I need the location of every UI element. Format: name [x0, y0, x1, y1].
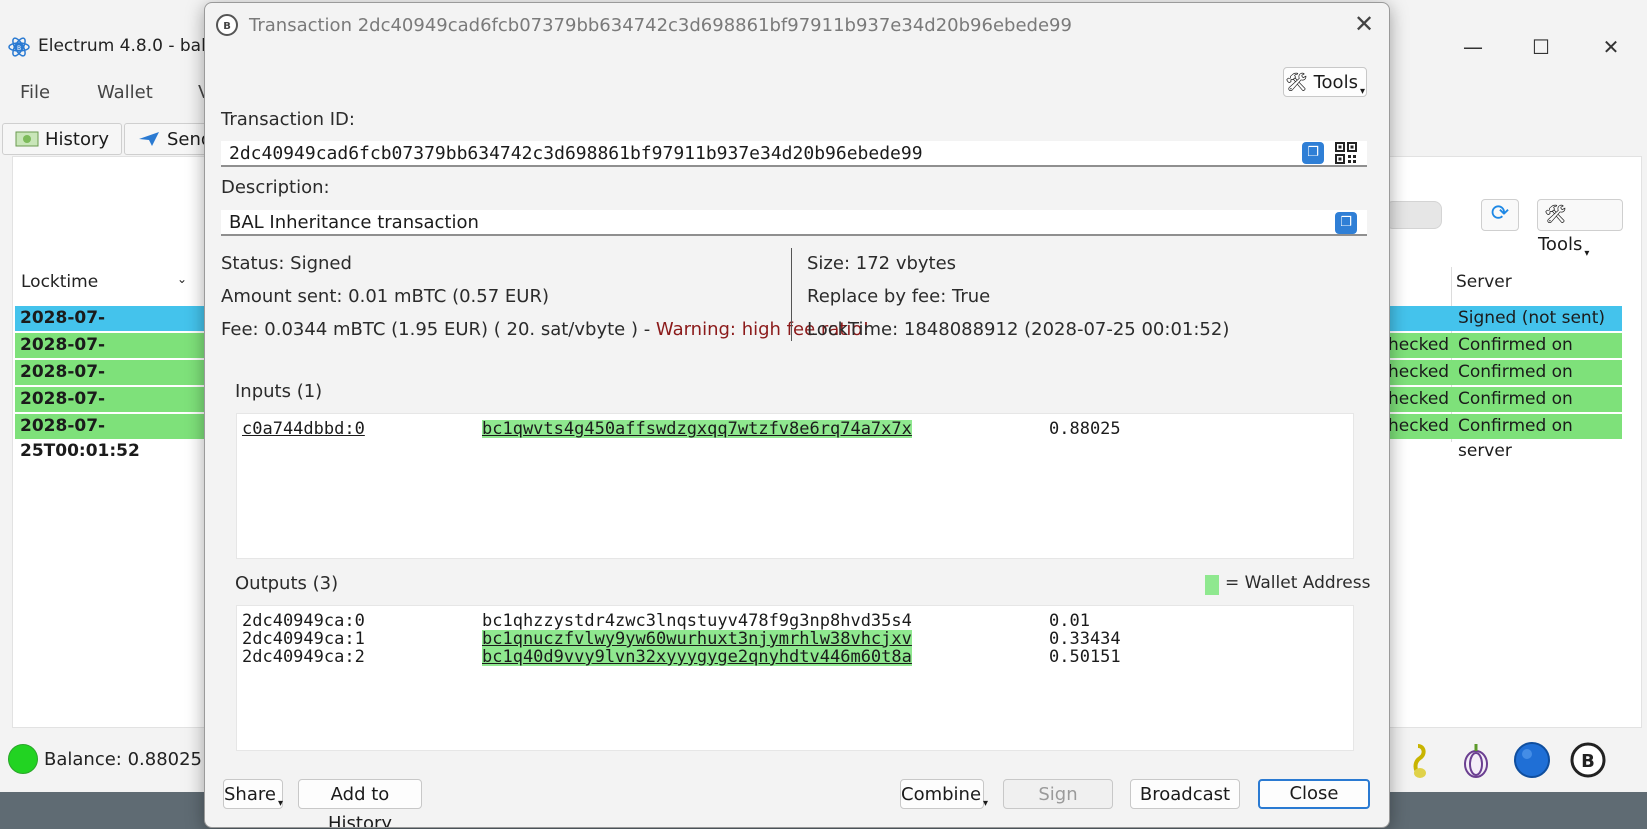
- amount-sent-text: Amount sent: 0.01 mBTC (0.57 EUR): [221, 286, 549, 307]
- row-checked: hecked: [1388, 389, 1450, 409]
- status-text: Status: Signed: [221, 253, 352, 274]
- minimize-icon[interactable]: —: [1460, 34, 1486, 60]
- bal-logo-icon: B: [216, 14, 238, 36]
- menu-wallet[interactable]: Wallet: [97, 82, 153, 103]
- locktime-text: LockTime: 1848088912 (2028-07-25 00:01:5…: [807, 319, 1230, 340]
- svg-text:B: B: [17, 45, 21, 52]
- output-outpoint: 2dc40949ca:1: [242, 629, 365, 649]
- tools-label: Tools: [1538, 234, 1583, 255]
- sign-button[interactable]: Sign: [1003, 779, 1113, 809]
- combine-button[interactable]: Combine ▾: [900, 779, 988, 809]
- combine-label: Combine: [901, 784, 982, 805]
- column-header-server[interactable]: Server: [1456, 272, 1512, 292]
- row-checked: hecked: [1388, 416, 1450, 436]
- menu-file[interactable]: File: [20, 82, 50, 103]
- broadcast-button[interactable]: Broadcast: [1130, 779, 1240, 809]
- svg-text:B: B: [223, 21, 231, 32]
- description-value: BAL Inheritance transaction: [229, 212, 479, 233]
- outputs-list[interactable]: 2dc40949ca:0 bc1qhzzystdr4zwc3lnqstuyv47…: [236, 605, 1354, 751]
- size-text: Size: 172 vbytes: [807, 253, 957, 274]
- svg-text:B: B: [1581, 751, 1595, 772]
- output-outpoint: 2dc40949ca:0: [242, 611, 365, 631]
- inputs-label: Inputs (1): [235, 381, 323, 402]
- description-label: Description:: [221, 177, 330, 198]
- tools-icon: 🛠: [1285, 72, 1308, 93]
- output-outpoint: 2dc40949ca:2: [242, 647, 365, 667]
- rbf-text: Replace by fee: True: [807, 286, 991, 307]
- share-label: Share: [224, 784, 276, 805]
- txid-value: 2dc40949cad6fcb07379bb634742c3d698861bf9…: [229, 143, 923, 164]
- tools-button-main[interactable]: 🛠 Tools ▾: [1537, 199, 1623, 259]
- app-title: Electrum 4.8.0 - bal: [38, 36, 206, 56]
- table-row-right[interactable]: Signed (not sent): [1388, 306, 1622, 331]
- search-input[interactable]: [1385, 201, 1442, 229]
- table-row-locktime[interactable]: 2028-07-25T00:01:52: [15, 360, 215, 407]
- input-outpoint[interactable]: c0a744dbbd:0: [242, 419, 365, 439]
- fee-text: Fee: 0.0344 mBTC (1.95 EUR) ( 20. sat/vb…: [221, 319, 870, 340]
- wallet-address-swatch: [1205, 575, 1219, 595]
- table-row-right[interactable]: hecked Confirmed on server: [1388, 333, 1622, 380]
- output-address[interactable]: bc1qhzzystdr4zwc3lnqstuyv478f9g3np8hvd35…: [482, 612, 912, 630]
- output-amount: 0.01: [1049, 611, 1090, 631]
- table-row-right[interactable]: hecked Confirmed on server: [1388, 414, 1622, 461]
- input-address[interactable]: bc1qwvts4g450affswdzgxqq7wtzfv8e6rq74a7x…: [482, 420, 912, 438]
- table-row-locktime[interactable]: 2028-07-25T00:01:52: [15, 414, 215, 461]
- table-row-right[interactable]: hecked Confirmed on server: [1388, 387, 1622, 434]
- maximize-icon[interactable]: ☐: [1528, 34, 1554, 60]
- row-checked: hecked: [1388, 362, 1450, 382]
- copy-icon[interactable]: ❐: [1302, 142, 1324, 164]
- table-row-locktime[interactable]: 2028-07-25T00:01:52: [15, 333, 215, 380]
- legend-text: = Wallet Address: [1225, 573, 1371, 593]
- table-row-right[interactable]: hecked Confirmed on server: [1388, 360, 1622, 407]
- input-amount: 0.88025: [1049, 419, 1121, 439]
- description-field[interactable]: BAL Inheritance transaction ❐: [221, 210, 1367, 236]
- output-amount: 0.50151: [1049, 647, 1121, 667]
- network-globe-icon[interactable]: [1512, 740, 1552, 780]
- history-icon: [15, 131, 39, 147]
- add-to-history-button[interactable]: Add to History: [298, 779, 422, 827]
- share-button[interactable]: Share ▾: [223, 779, 283, 809]
- column-header-locktime[interactable]: Locktime ⌄: [21, 272, 187, 292]
- row-checked: hecked: [1388, 335, 1450, 355]
- close-window-icon[interactable]: ✕: [1598, 34, 1624, 60]
- bal-plugin-icon[interactable]: B: [1568, 740, 1608, 780]
- tools-button[interactable]: 🛠 Tools ▾: [1283, 67, 1367, 97]
- output-amount: 0.33434: [1049, 629, 1121, 649]
- inputs-list[interactable]: c0a744dbbd:0 bc1qwvts4g450affswdzgxqq7wt…: [236, 413, 1354, 559]
- copy-icon[interactable]: ❐: [1335, 212, 1357, 234]
- close-button[interactable]: Close: [1258, 779, 1370, 809]
- tools-label: Tools: [1313, 72, 1358, 93]
- qr-code-icon[interactable]: [1335, 142, 1357, 164]
- tab-history-label: History: [45, 129, 110, 150]
- tab-send[interactable]: Send: [124, 123, 214, 155]
- tools-icon: 🛠: [1544, 204, 1567, 225]
- send-icon: [139, 132, 159, 146]
- list-item[interactable]: c0a744dbbd:0: [242, 420, 365, 438]
- fee-value: Fee: 0.0344 mBTC (1.95 EUR) ( 20. sat/vb…: [221, 319, 656, 340]
- table-row-locktime[interactable]: 2028-07-25T00:01:52: [15, 306, 215, 353]
- seed-icon[interactable]: [1400, 740, 1440, 780]
- outputs-label: Outputs (3): [235, 573, 339, 594]
- output-address[interactable]: bc1q40d9vvy9lvn32xyyygyge2qnyhdtv446m60t…: [482, 648, 912, 666]
- tab-history[interactable]: History: [2, 123, 122, 155]
- tor-onion-icon[interactable]: [1456, 740, 1496, 780]
- electrum-logo-icon: B: [8, 37, 30, 57]
- row-server-status: Signed (not sent): [1458, 308, 1605, 328]
- row-server-status: Confirmed on server: [1458, 416, 1573, 461]
- output-address[interactable]: bc1qnuczfvlwy9yw60wurhuxt3njymrhlw38vhcj…: [482, 630, 912, 648]
- dialog-close-icon[interactable]: ✕: [1351, 11, 1377, 37]
- table-row-locktime[interactable]: 2028-07-25T00:01:52: [15, 387, 215, 434]
- sort-chevron-icon: ⌄: [177, 272, 188, 286]
- column-header-locktime-label: Locktime: [21, 272, 99, 292]
- info-separator: [791, 248, 792, 341]
- refresh-icon: ⟳: [1490, 201, 1510, 226]
- transaction-dialog: B Transaction 2dc40949cad6fcb07379bb6347…: [204, 2, 1390, 828]
- refresh-button[interactable]: ⟳: [1481, 199, 1519, 231]
- txid-label: Transaction ID:: [221, 109, 355, 130]
- network-status-icon[interactable]: [8, 744, 38, 774]
- txid-field[interactable]: 2dc40949cad6fcb07379bb634742c3d698861bf9…: [221, 141, 1367, 167]
- dialog-title: Transaction 2dc40949cad6fcb07379bb634742…: [249, 15, 1072, 36]
